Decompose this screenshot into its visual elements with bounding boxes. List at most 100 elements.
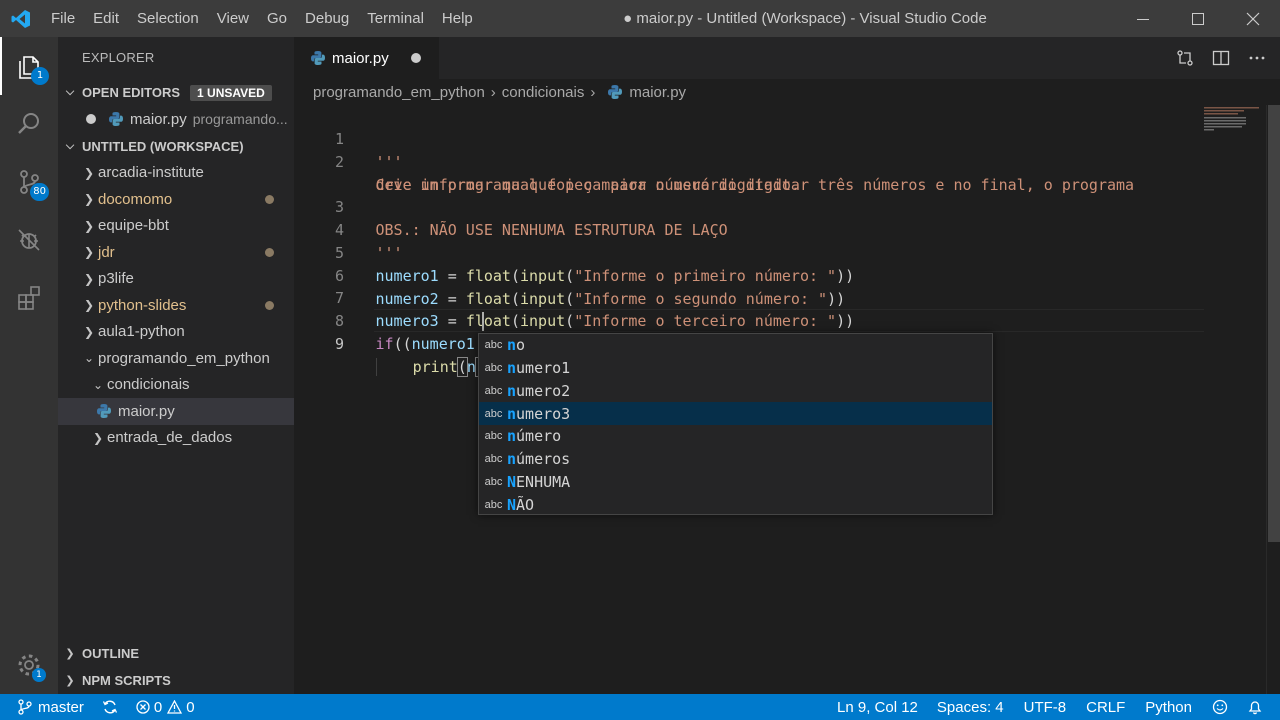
activity-search[interactable] <box>0 95 58 153</box>
folder-docomomo[interactable]: ❯ docomomo <box>58 186 294 213</box>
menu-view[interactable]: View <box>208 0 258 37</box>
tab-maior-py[interactable]: maior.py <box>294 37 439 79</box>
breadcrumb-item[interactable]: maior.py <box>629 84 686 101</box>
source-control-badge: 80 <box>30 183 49 201</box>
line-content: ''' <box>375 244 403 262</box>
text-kind-icon: abc <box>484 339 503 352</box>
folder-aula1-python[interactable]: ❯ aula1-python <box>58 319 294 346</box>
code-line-wrapped: deve informar qual foi o maior número di… <box>294 151 800 194</box>
encoding[interactable]: UTF-8 <box>1014 694 1077 720</box>
suggestion-item[interactable]: abc n úmero <box>479 425 992 448</box>
folder-entrada-de-dados[interactable]: ❯ entrada_de_dados <box>58 425 294 452</box>
folder-label: entrada_de_dados <box>107 429 233 447</box>
menu-terminal[interactable]: Terminal <box>358 0 433 37</box>
folder-equipe-bbt[interactable]: ❯ equipe-bbt <box>58 213 294 240</box>
sync-button[interactable] <box>93 694 127 720</box>
folder-label: arcadia-institute <box>98 164 204 182</box>
extensions-icon <box>18 286 40 310</box>
breadcrumb-item[interactable]: programando_em_python <box>313 84 485 101</box>
menu-go[interactable]: Go <box>258 0 296 37</box>
code-line: 5 numero1 = float(input("Informe o prime… <box>294 219 854 285</box>
git-branch[interactable]: master <box>0 694 93 720</box>
text-kind-icon: abc <box>484 430 503 443</box>
split-editor-icon[interactable] <box>1212 49 1230 67</box>
line-content: numero2 = float(input("Informe o segundo… <box>375 289 846 308</box>
chevron-right-icon: ❯ <box>92 430 104 445</box>
menu-edit[interactable]: Edit <box>84 0 128 37</box>
branch-name: master <box>38 698 84 716</box>
suggestion-item[interactable]: abc n úmeros <box>479 448 992 471</box>
menu-bar: File Edit Selection View Go Debug Termin… <box>42 0 482 37</box>
sidebar-title: EXPLORER <box>82 50 155 65</box>
maximize-button[interactable] <box>1170 0 1225 37</box>
menu-file[interactable]: File <box>42 0 84 37</box>
code-line: 6 numero2 = float(input("Informe o segun… <box>294 242 845 308</box>
suggestion-item[interactable]: abc N ÃO <box>479 493 992 516</box>
warning-icon <box>167 700 183 714</box>
activity-explorer[interactable]: 1 <box>0 37 58 95</box>
suggestion-item[interactable]: abc n umero1 <box>479 357 992 380</box>
text-kind-icon: abc <box>484 362 503 375</box>
line-content: ''' <box>375 153 403 171</box>
chevron-right-icon: ❯ <box>83 324 95 339</box>
language-mode[interactable]: Python <box>1135 694 1202 720</box>
minimize-button[interactable] <box>1115 0 1170 37</box>
file-label: maior.py <box>118 402 175 420</box>
line-ending[interactable]: CRLF <box>1076 694 1135 720</box>
chevron-down-icon: ⌵ <box>65 139 75 152</box>
breadcrumb-item[interactable]: condicionais <box>502 84 585 101</box>
folder-label: p3life <box>98 270 134 288</box>
close-window-button[interactable] <box>1225 0 1280 37</box>
python-file-icon <box>608 85 623 99</box>
folder-p3life[interactable]: ❯ p3life <box>58 266 294 293</box>
modified-dot-icon <box>265 248 274 257</box>
suggestion-item[interactable]: abc n umero2 <box>479 380 992 403</box>
autocomplete-suggestions: abc no abc n umero1 abc n umero2 abc n umer… <box>478 333 993 515</box>
folder-label: docomomo <box>98 190 173 208</box>
minimap[interactable] <box>1202 105 1262 135</box>
outline-section[interactable]: ❯ OUTLINE <box>58 640 294 667</box>
activity-extensions[interactable] <box>0 269 58 327</box>
folder-jdr[interactable]: ❯ jdr <box>58 239 294 266</box>
workspace-header[interactable]: ⌵ UNTITLED (WORKSPACE) <box>58 133 294 160</box>
chevron-right-icon: ❯ <box>83 165 95 180</box>
status-right: Ln 9, Col 12 Spaces: 4 UTF-8 CRLF Python <box>828 694 1280 720</box>
open-editor-item[interactable]: maior.py programando... <box>58 106 294 133</box>
chevron-down-icon: ⌵ <box>65 86 75 98</box>
open-editors-header[interactable]: ⌵ OPEN EDITORS 1 UNSAVED <box>58 79 294 106</box>
suggestion-item[interactable]: abc N ENHUMA <box>479 471 992 494</box>
feedback-button[interactable] <box>1202 694 1238 720</box>
open-editor-filename: maior.py <box>130 110 187 128</box>
folder-python-slides[interactable]: ❯ python-slides <box>58 292 294 319</box>
chevron-right-icon: ❯ <box>83 245 95 260</box>
cursor-position[interactable]: Ln 9, Col 12 <box>828 694 927 720</box>
npm-scripts-section[interactable]: ❯ NPM SCRIPTS <box>58 667 294 694</box>
activity-source-control[interactable]: 80 <box>0 153 58 211</box>
more-actions-icon[interactable] <box>1248 49 1266 67</box>
folder-condicionais[interactable]: ⌄ condicionais <box>58 372 294 399</box>
vertical-scrollbar[interactable] <box>1266 105 1280 694</box>
file-maior-py[interactable]: maior.py <box>58 398 294 425</box>
folder-arcadia-institute[interactable]: ❯ arcadia-institute <box>58 160 294 187</box>
explorer-badge: 1 <box>31 67 49 85</box>
search-icon <box>18 113 39 134</box>
activity-manage[interactable]: 1 <box>0 636 58 694</box>
menu-debug[interactable]: Debug <box>296 0 358 37</box>
editor-actions <box>1176 37 1266 79</box>
suggestion-item[interactable]: abc no <box>479 334 992 357</box>
menu-help[interactable]: Help <box>433 0 482 37</box>
activity-debug[interactable] <box>0 211 58 269</box>
menu-selection[interactable]: Selection <box>128 0 208 37</box>
suggestion-item-selected[interactable]: abc n umero3 <box>479 402 992 425</box>
open-changes-icon[interactable] <box>1176 49 1194 67</box>
folder-programando-em-python[interactable]: ⌄ programando_em_python <box>58 345 294 372</box>
modified-dot-icon <box>265 301 274 310</box>
unsaved-dot-icon[interactable] <box>410 53 421 63</box>
scrollbar-thumb[interactable] <box>1268 105 1280 542</box>
outline-label: OUTLINE <box>82 646 140 661</box>
sync-icon <box>102 700 117 714</box>
indentation[interactable]: Spaces: 4 <box>927 694 1014 720</box>
text-cursor <box>482 312 484 331</box>
problems-indicator[interactable]: 0 0 <box>127 694 204 720</box>
notifications-button[interactable] <box>1238 694 1280 720</box>
